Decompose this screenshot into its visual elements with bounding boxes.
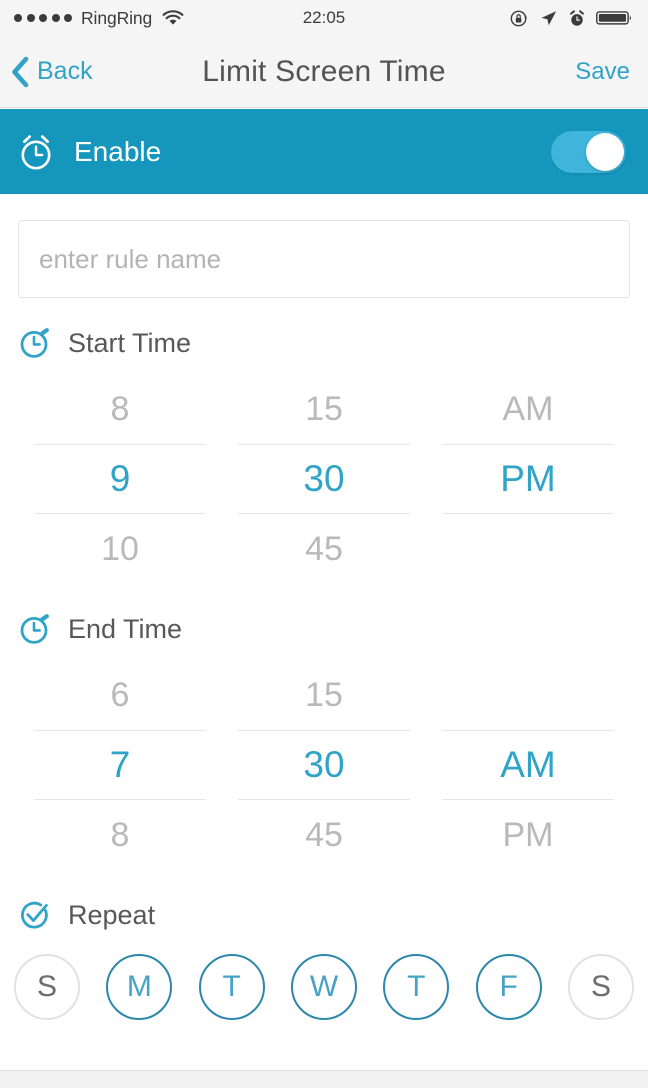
status-bar-right bbox=[510, 9, 634, 28]
save-button[interactable]: Save bbox=[575, 36, 630, 107]
end-minute-column[interactable]: 15 30 45 bbox=[222, 660, 426, 870]
start-hour-selected[interactable]: 9 bbox=[34, 444, 206, 514]
end-time-label: End Time bbox=[68, 613, 183, 644]
carrier-name: RingRing bbox=[81, 7, 153, 28]
start-meridiem-prev[interactable]: AM bbox=[442, 374, 614, 444]
end-hour-next[interactable]: 8 bbox=[34, 800, 206, 870]
day-label: S bbox=[590, 970, 611, 1003]
day-label: F bbox=[499, 970, 518, 1003]
status-bar: RingRing 22:05 bbox=[0, 0, 648, 36]
nav-bar: Back Limit Screen Time Save bbox=[0, 36, 648, 108]
end-hour-column[interactable]: 6 7 8 bbox=[18, 660, 222, 870]
start-hour-next[interactable]: 10 bbox=[34, 514, 206, 584]
day-toggle-friday[interactable]: F bbox=[475, 954, 542, 1020]
rule-name-input[interactable]: enter rule name bbox=[18, 220, 630, 298]
day-label: T bbox=[222, 970, 241, 1003]
end-minute-prev[interactable]: 15 bbox=[238, 660, 410, 730]
day-toggle-saturday[interactable]: S bbox=[567, 954, 634, 1020]
day-toggle-wednesday[interactable]: W bbox=[290, 954, 357, 1020]
start-meridiem-column[interactable]: AM PM bbox=[426, 374, 630, 584]
wifi-icon bbox=[161, 9, 185, 27]
repeat-days: S M T W T F S bbox=[14, 954, 634, 1020]
day-label: W bbox=[309, 970, 339, 1003]
rule-name-placeholder: enter rule name bbox=[39, 243, 222, 274]
start-meridiem-next[interactable] bbox=[442, 514, 614, 584]
bottom-bar bbox=[0, 1070, 648, 1088]
day-toggle-monday[interactable]: M bbox=[106, 954, 173, 1020]
stopwatch-icon bbox=[18, 326, 52, 360]
day-toggle-sunday[interactable]: S bbox=[14, 954, 80, 1020]
main-content: enter rule name Start Time 8 9 10 15 30 … bbox=[0, 194, 648, 1020]
check-circle-icon bbox=[18, 898, 52, 932]
end-meridiem-next[interactable]: PM bbox=[442, 800, 614, 870]
start-time-header: Start Time bbox=[18, 326, 648, 360]
end-time-header: End Time bbox=[18, 612, 648, 646]
stopwatch-icon bbox=[18, 612, 52, 646]
end-hour-selected[interactable]: 7 bbox=[34, 730, 206, 800]
page-title: Limit Screen Time bbox=[202, 54, 446, 88]
day-label: T bbox=[407, 970, 426, 1003]
enable-toggle-knob bbox=[586, 132, 624, 171]
end-hour-prev[interactable]: 6 bbox=[34, 660, 206, 730]
start-hour-column[interactable]: 8 9 10 bbox=[18, 374, 222, 584]
battery-icon bbox=[596, 9, 634, 27]
start-meridiem-selected[interactable]: PM bbox=[442, 444, 614, 514]
alarm-clock-icon bbox=[568, 9, 586, 28]
start-time-label: Start Time bbox=[68, 327, 192, 358]
end-minute-next[interactable]: 45 bbox=[238, 800, 410, 870]
end-minute-selected[interactable]: 30 bbox=[238, 730, 410, 800]
start-minute-selected[interactable]: 30 bbox=[238, 444, 410, 514]
repeat-header: Repeat bbox=[18, 898, 648, 932]
app-screen: RingRing 22:05 Back Limit Screen Time Sa… bbox=[0, 0, 648, 1088]
location-arrow-icon bbox=[539, 9, 558, 28]
end-meridiem-column[interactable]: AM PM bbox=[426, 660, 630, 870]
enable-label: Enable bbox=[74, 135, 162, 167]
start-minute-next[interactable]: 45 bbox=[238, 514, 410, 584]
signal-strength-icon bbox=[14, 14, 72, 22]
start-hour-prev[interactable]: 8 bbox=[34, 374, 206, 444]
alarm-clock-icon bbox=[16, 131, 56, 173]
day-label: M bbox=[126, 970, 152, 1003]
start-minute-prev[interactable]: 15 bbox=[238, 374, 410, 444]
day-label: S bbox=[36, 970, 57, 1003]
status-bar-clock: 22:05 bbox=[302, 8, 346, 27]
rotation-lock-icon bbox=[510, 9, 529, 28]
day-toggle-thursday[interactable]: T bbox=[383, 954, 450, 1020]
start-time-picker[interactable]: 8 9 10 15 30 45 AM PM bbox=[18, 374, 630, 584]
day-toggle-tuesday[interactable]: T bbox=[198, 954, 265, 1020]
start-minute-column[interactable]: 15 30 45 bbox=[222, 374, 426, 584]
end-time-picker[interactable]: 6 7 8 15 30 45 AM PM bbox=[18, 660, 630, 870]
repeat-label: Repeat bbox=[68, 899, 156, 930]
status-bar-left: RingRing bbox=[14, 8, 185, 29]
enable-row[interactable]: Enable bbox=[0, 109, 648, 194]
end-meridiem-selected[interactable]: AM bbox=[442, 730, 614, 800]
enable-toggle[interactable] bbox=[551, 130, 626, 173]
end-meridiem-prev[interactable] bbox=[442, 660, 614, 730]
